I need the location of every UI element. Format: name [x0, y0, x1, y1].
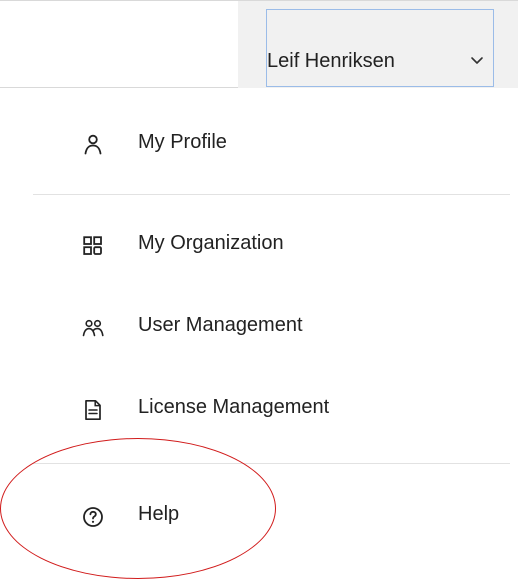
users-icon [81, 316, 105, 340]
menu-item-my-profile[interactable]: My Profile [33, 113, 510, 177]
menu-item-my-organization[interactable]: My Organization [33, 214, 510, 278]
profile-menu: My Profile My Organization User Manageme… [0, 88, 518, 580]
menu-item-label: My Organization [138, 232, 284, 254]
document-icon [81, 398, 105, 422]
user-menu-button[interactable]: Leif Henriksen [266, 9, 494, 87]
menu-item-label: User Management [138, 314, 303, 336]
menu-item-label: License Management [138, 396, 330, 418]
help-circle-icon [81, 505, 105, 529]
menu-item-label: My Profile [138, 131, 227, 153]
menu-item-user-management[interactable]: User Management [33, 296, 510, 360]
menu-item-label: Help [138, 503, 180, 525]
profile-dropdown-page: Leif Henriksen My Profile My Organizatio… [0, 0, 518, 580]
menu-item-help[interactable]: Help [33, 485, 510, 549]
user-icon [81, 133, 105, 157]
menu-divider [33, 194, 510, 195]
menu-item-license-management[interactable]: License Management [33, 378, 510, 442]
grid-icon [81, 234, 105, 258]
user-name: Leif Henriksen [267, 50, 395, 72]
chevron-down-icon [470, 54, 484, 68]
menu-divider [33, 463, 510, 464]
top-bar: Leif Henriksen [0, 0, 518, 88]
